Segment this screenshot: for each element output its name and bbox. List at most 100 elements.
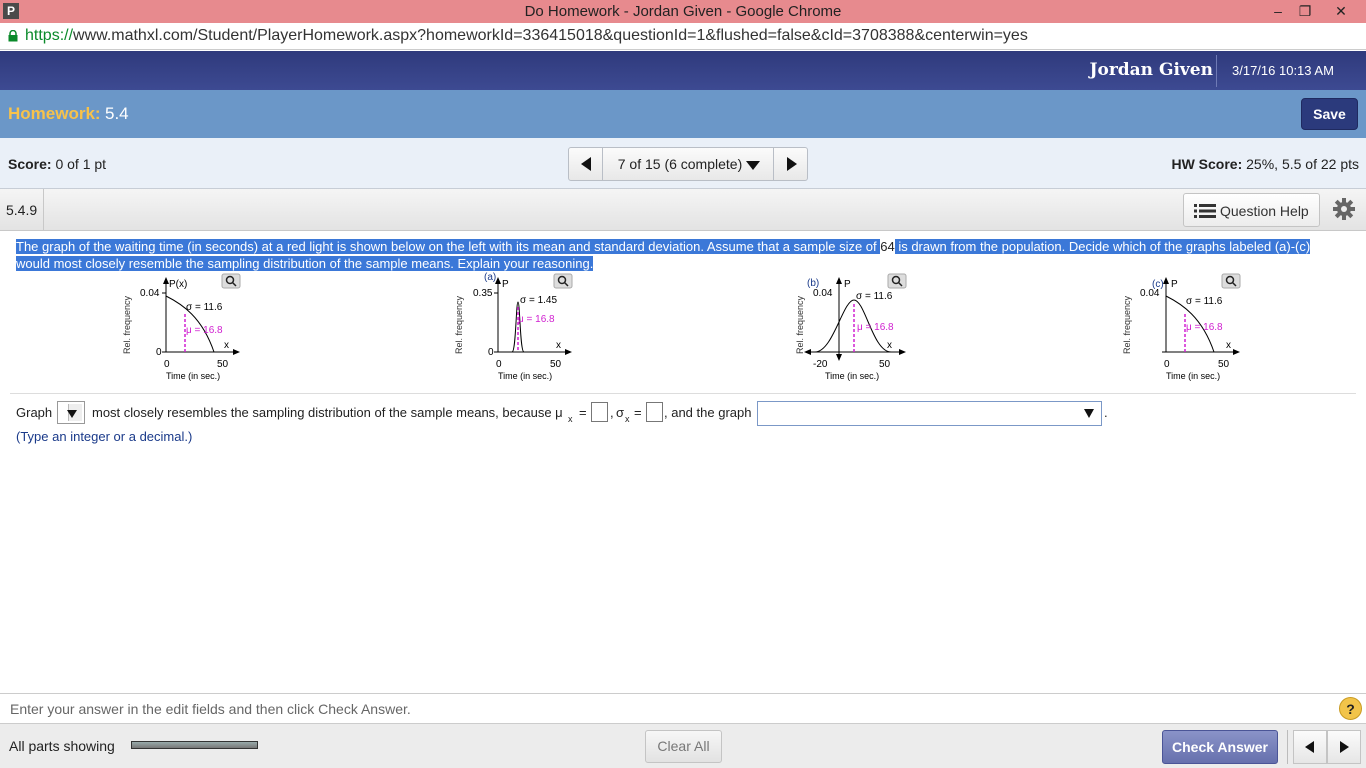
answer-mid-text: most closely resembles the sampling dist…	[92, 405, 563, 420]
question-help-button[interactable]: Question Help	[1183, 193, 1320, 227]
right-arrow-icon	[1340, 741, 1349, 753]
question-toolbar: 5.4.9 Question Help	[0, 189, 1366, 231]
footer-divider	[1287, 730, 1288, 764]
y-max-label: 0.35	[473, 288, 493, 299]
address-bar[interactable]: https://www.mathxl.com/Student/PlayerHom…	[0, 23, 1366, 50]
site-header: Jordan Given 3/17/16 10:13 AM	[0, 51, 1366, 90]
footer-next-button[interactable]	[1327, 730, 1361, 764]
dropdown-arrow-icon	[746, 160, 761, 170]
help-question-icon[interactable]: ?	[1339, 697, 1362, 720]
clear-all-button[interactable]: Clear All	[645, 730, 722, 763]
x-min-label: 0	[496, 359, 502, 370]
header-datetime: 3/17/16 10:13 AM	[1232, 63, 1334, 78]
graph-original: Rel. frequency 0.04 0 P(x) σ = 11.6 μ = …	[122, 272, 252, 387]
zoom-icon[interactable]	[553, 273, 573, 289]
url-text[interactable]: https://www.mathxl.com/Student/PlayerHom…	[25, 27, 1028, 45]
x-min-label: 0	[164, 359, 170, 370]
sigma-symbol: σ	[616, 405, 625, 420]
function-label: P	[844, 279, 851, 290]
y-max-label: 0.04	[140, 288, 160, 299]
left-arrow-icon	[581, 157, 591, 171]
restore-button[interactable]: ❐	[1290, 0, 1320, 23]
mu-label: μ = 16.8	[857, 322, 894, 333]
graph-b: Rel. frequency (b) 0.04 P σ = 11.6 μ = 1…	[795, 272, 925, 387]
question-navigator: 7 of 15 (6 complete)	[568, 147, 808, 181]
x-axis-label: Time (in sec.)	[825, 371, 879, 381]
graph-a: Rel. frequency (a) 0.35 0 P σ = 1.45 μ =…	[454, 272, 584, 387]
previous-question-button[interactable]	[569, 148, 603, 180]
homework-bar: Homework: 5.4 Save	[0, 90, 1366, 138]
instructions-text: Enter your answer in the edit fields and…	[10, 701, 411, 717]
question-select-dropdown[interactable]: 7 of 15 (6 complete)	[604, 148, 774, 180]
toolbar-divider	[43, 189, 44, 230]
header-divider	[1216, 55, 1217, 87]
homework-value: 5.4	[105, 104, 129, 123]
answer-row: Graph most closely resembles the samplin…	[16, 400, 1116, 426]
list-icon	[1194, 204, 1216, 218]
save-button[interactable]: Save	[1301, 98, 1358, 130]
x-symbol: x	[1226, 340, 1231, 351]
graph-word: Graph	[16, 405, 53, 420]
hw-score-text: HW Score: 25%, 5.5 of 22 pts	[1171, 156, 1359, 172]
x-symbol: x	[887, 340, 892, 351]
content-divider	[10, 393, 1356, 394]
graph-choice-dropdown[interactable]	[57, 401, 85, 424]
left-arrow-icon	[1305, 741, 1314, 753]
x-max-label: 50	[879, 359, 891, 370]
check-answer-button[interactable]: Check Answer	[1162, 730, 1278, 764]
window-title: Do Homework - Jordan Given - Google Chro…	[524, 3, 842, 20]
sigma-label: σ = 11.6	[186, 302, 223, 313]
y-max-label: 0.04	[813, 288, 833, 299]
x-axis-label: Time (in sec.)	[166, 371, 220, 381]
lock-icon	[8, 30, 18, 42]
zoom-icon[interactable]	[887, 273, 907, 289]
equals-2: =	[634, 405, 642, 420]
reason-dropdown[interactable]	[757, 401, 1102, 426]
function-label: P	[502, 279, 509, 290]
window-title-bar: P Do Homework - Jordan Given - Google Ch…	[0, 0, 1366, 23]
mu-xbar-input[interactable]	[591, 402, 608, 422]
sigma-label: σ = 1.45	[520, 295, 557, 306]
question-id: 5.4.9	[6, 202, 38, 218]
parts-showing-label: All parts showing	[9, 738, 115, 754]
sample-size: 64	[880, 239, 895, 254]
graph-label: (a)	[484, 272, 496, 283]
mu-label: μ = 16.8	[186, 325, 223, 336]
homework-label: Homework:	[8, 104, 101, 123]
comma-1: ,	[610, 405, 614, 420]
x-max-label: 50	[217, 359, 229, 370]
user-name: Jordan Given	[1089, 60, 1213, 80]
gear-icon[interactable]	[1333, 198, 1355, 220]
graph-c: Rel. frequency (c) 0.04 P σ = 11.6 μ = 1…	[1122, 272, 1252, 387]
x-symbol: x	[224, 340, 229, 351]
x-axis-label: Time (in sec.)	[1166, 371, 1220, 381]
sigma-xbar-input[interactable]	[646, 402, 663, 422]
x-max-label: 50	[1218, 359, 1230, 370]
subscript-x: x	[568, 414, 573, 424]
zoom-icon[interactable]	[1221, 273, 1241, 289]
score-bar: Score: 0 of 1 pt 7 of 15 (6 complete) HW…	[0, 138, 1366, 189]
close-button[interactable]: ✕	[1326, 0, 1356, 23]
y-axis-label: Rel. frequency	[122, 295, 132, 354]
footer-bar: All parts showing Clear All Check Answer	[0, 723, 1366, 768]
subscript-x-2: x	[625, 414, 630, 424]
sigma-label: σ = 11.6	[856, 291, 893, 302]
question-help-label: Question Help	[1220, 203, 1309, 219]
instructions-bar: Enter your answer in the edit fields and…	[0, 693, 1366, 723]
minimize-button[interactable]: –	[1263, 0, 1293, 23]
function-label: P(x)	[169, 279, 187, 290]
and-graph-text: , and the graph	[664, 405, 752, 420]
input-hint: (Type an integer or a decimal.)	[16, 429, 193, 444]
function-label: P	[1171, 279, 1178, 290]
zoom-icon[interactable]	[221, 273, 241, 289]
question-text: The graph of the waiting time (in second…	[16, 239, 1311, 271]
next-question-button[interactable]	[773, 148, 807, 180]
svg-text:0: 0	[488, 347, 494, 358]
footer-previous-button[interactable]	[1293, 730, 1327, 764]
y-axis-label: Rel. frequency	[454, 295, 464, 354]
parts-progress-bar	[131, 741, 258, 749]
x-min-label: 0	[1164, 359, 1170, 370]
sigma-label: σ = 11.6	[1186, 296, 1223, 307]
y-max-label: 0.04	[1140, 288, 1160, 299]
y-axis-label: Rel. frequency	[1122, 295, 1132, 354]
